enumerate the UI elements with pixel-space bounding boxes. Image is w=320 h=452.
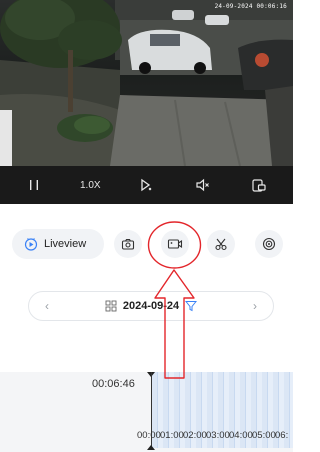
playback-timeline[interactable]: 00:06:46 00:00 01:00 02:00 03:00 04:00 0…: [0, 372, 293, 452]
selected-date: 2024-09-24: [122, 300, 180, 312]
timeline-cursor-bottom-marker: [147, 445, 155, 450]
tick-label: 04:00: [229, 430, 253, 441]
video-record-icon: [167, 239, 183, 249]
next-frame-button[interactable]: [128, 170, 164, 200]
night-scene-image: [0, 0, 293, 166]
annotation-arrow: [154, 269, 195, 379]
filter-icon[interactable]: [185, 300, 198, 312]
camera-timestamp: 24-09-2024 00:06:16: [214, 3, 287, 10]
speaker-muted-icon: [196, 178, 209, 192]
tick-label: 05:00: [252, 430, 276, 441]
previous-day-button[interactable]: ‹: [41, 299, 53, 313]
step-forward-icon: [141, 178, 152, 192]
playback-control-bar: 1.0X: [0, 166, 293, 204]
timeline-current-time: 00:06:46: [92, 378, 135, 390]
next-day-button[interactable]: ›: [249, 299, 261, 313]
liveview-button[interactable]: Liveview: [12, 229, 104, 259]
tick-label: 03:00: [206, 430, 230, 441]
mute-button[interactable]: [185, 170, 221, 200]
lens-icon: [262, 237, 276, 251]
tick-label: 06:: [275, 430, 289, 441]
scissors-icon: [215, 238, 227, 251]
tick-label: 01:00: [160, 430, 184, 441]
fisheye-view-button[interactable]: [255, 230, 283, 258]
pause-icon: [30, 180, 39, 190]
date-display[interactable]: 2024-09-24: [105, 300, 198, 312]
tick-label: 02:00: [183, 430, 207, 441]
record-video-button[interactable]: [161, 230, 189, 258]
liveview-icon: [24, 238, 38, 251]
liveview-label: Liveview: [44, 238, 87, 250]
camera-video-feed[interactable]: 24-09-2024 00:06:16: [0, 0, 293, 166]
snapshot-button[interactable]: [114, 230, 142, 258]
grid-view-icon: [105, 300, 117, 312]
app-screen: { "video": { "timestamp": "24-09-2024 00…: [0, 0, 293, 452]
playback-speed-button[interactable]: 1.0X: [72, 170, 108, 200]
tick-label: 00:00: [137, 430, 161, 441]
date-selector: ‹ 2024-09-24 ›: [28, 291, 274, 321]
clip-button[interactable]: [207, 230, 235, 258]
rotate-landscape-icon: [252, 179, 266, 192]
rotate-screen-button[interactable]: [241, 170, 277, 200]
pause-button[interactable]: [16, 170, 52, 200]
action-row: Liveview: [0, 226, 293, 262]
camera-icon: [121, 238, 135, 250]
